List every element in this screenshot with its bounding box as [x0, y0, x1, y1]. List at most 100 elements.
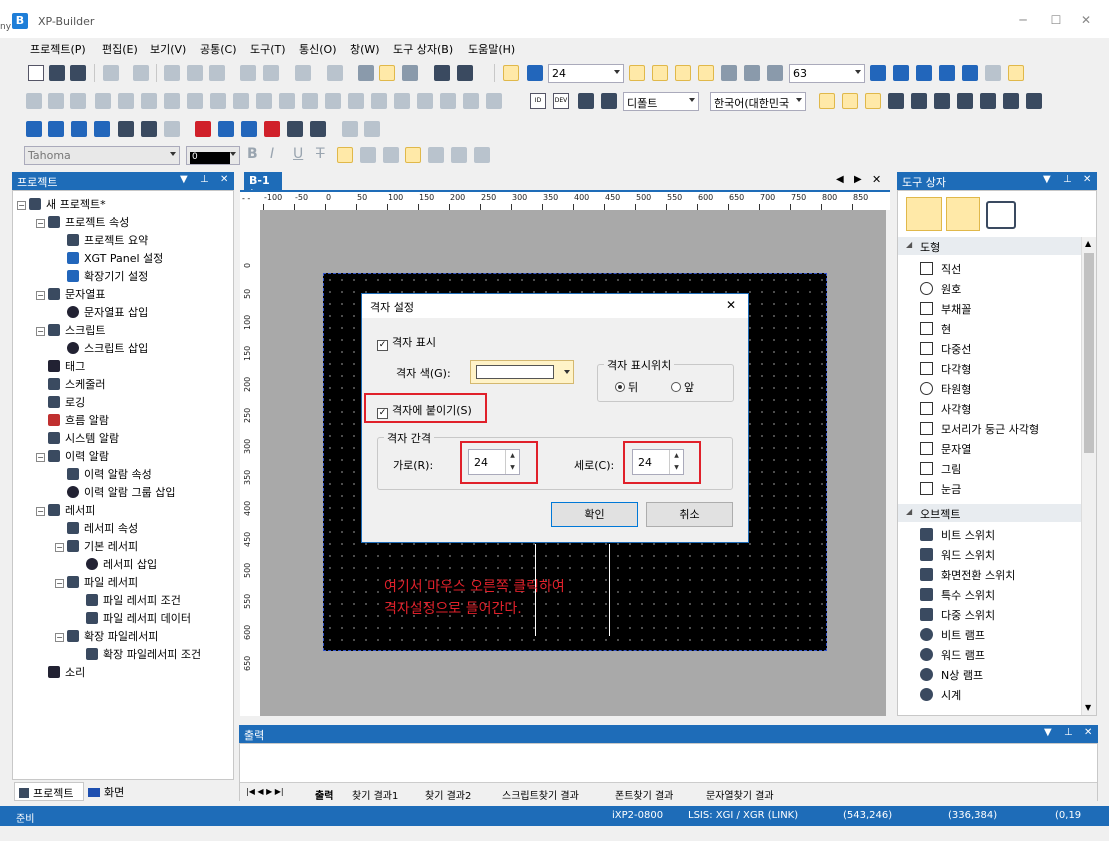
open-icon[interactable] — [49, 65, 65, 81]
comm4-icon[interactable] — [94, 121, 110, 137]
tree-item[interactable]: − 프로젝트 속성 — [36, 214, 129, 230]
prop7-icon[interactable] — [1026, 93, 1042, 109]
toolbox-pin-icon[interactable]: ⊥ — [1063, 174, 1072, 185]
collapse-icon[interactable]: − — [55, 543, 64, 552]
align7-icon[interactable] — [164, 93, 180, 109]
select-tool-icon[interactable] — [906, 197, 942, 231]
hand-icon[interactable] — [721, 65, 737, 81]
menu-toolbox[interactable]: 도구 상자(B) — [393, 41, 453, 57]
tree-item[interactable]: 태그 — [36, 358, 85, 374]
check-icon[interactable] — [141, 121, 157, 137]
toolbox-shape-item[interactable]: 눈금 — [920, 481, 961, 497]
comm1-icon[interactable] — [26, 121, 42, 137]
collapse-icon[interactable]: − — [36, 291, 45, 300]
toolbox-shape-item[interactable]: 원호 — [920, 281, 961, 297]
menu-help[interactable]: 도움말(H) — [468, 41, 515, 57]
tree-item[interactable]: − 새 프로젝트* — [17, 196, 106, 212]
output-close-icon[interactable]: ✕ — [1084, 727, 1092, 738]
tree-item[interactable]: − 레서피 — [36, 502, 95, 518]
collapse-icon[interactable]: − — [17, 201, 26, 210]
output-pin-icon[interactable]: ⊥ — [1064, 727, 1073, 738]
tab-find2[interactable]: 찾기 결과2 — [425, 787, 471, 802]
paste-icon[interactable] — [240, 65, 256, 81]
toolbox-shape-item[interactable]: 그림 — [920, 461, 961, 477]
doc-icon[interactable] — [118, 121, 134, 137]
output-dropdown-icon[interactable]: ▼ — [1044, 727, 1052, 738]
tree-item[interactable]: − 기본 레서피 — [55, 538, 138, 554]
cancel-button[interactable]: 취소 — [646, 502, 733, 527]
tab-screen[interactable]: 화면 — [88, 784, 124, 800]
tree-item[interactable]: 스케줄러 — [36, 376, 105, 392]
toolbox-object-item[interactable]: 비트 램프 — [920, 627, 985, 643]
tree-item[interactable]: 문자열표 삽입 — [55, 304, 148, 320]
tree-item[interactable]: 소리 — [36, 664, 85, 680]
add-tool-icon[interactable] — [986, 201, 1016, 229]
align10-icon[interactable] — [233, 93, 249, 109]
cut-icon[interactable] — [187, 65, 203, 81]
save-icon[interactable] — [70, 65, 86, 81]
tab-project[interactable]: 프로젝트 — [14, 782, 84, 801]
comm2-icon[interactable] — [48, 121, 64, 137]
panel-dropdown-icon[interactable]: ▼ — [180, 174, 188, 185]
font-combo[interactable]: Tahoma — [24, 146, 180, 165]
fit2-icon[interactable] — [893, 65, 909, 81]
align-right-icon[interactable] — [383, 147, 399, 163]
paste-special-icon[interactable] — [263, 65, 279, 81]
toolbox-dropdown-icon[interactable]: ▼ — [1043, 174, 1051, 185]
tree-item[interactable]: − 문자열표 — [36, 286, 105, 302]
language-combo[interactable]: 한국어(대한민국 — [710, 92, 806, 111]
copy-icon[interactable] — [209, 65, 225, 81]
tab-find1[interactable]: 찾기 결과1 — [352, 787, 398, 802]
underline-button[interactable]: U — [293, 146, 303, 162]
tree-item[interactable]: 레서피 속성 — [55, 520, 138, 536]
toolbox-shape-item[interactable]: 문자열 — [920, 441, 971, 457]
menu-project[interactable]: 프로젝트(P) — [30, 41, 86, 57]
zoom-out-icon[interactable] — [767, 65, 783, 81]
align8-icon[interactable] — [187, 93, 203, 109]
tab-scroll-right-icon[interactable]: ▶ — [854, 174, 862, 185]
align16-icon[interactable] — [371, 93, 387, 109]
toolbox-object-item[interactable]: N상 램프 — [920, 667, 983, 683]
position-front-radio[interactable]: 앞 — [671, 379, 694, 395]
toolbox-object-item[interactable]: 화면전환 스위치 — [920, 567, 1015, 583]
menu-comm[interactable]: 통신(O) — [299, 41, 336, 57]
tree-item[interactable]: 레서피 삽입 — [74, 556, 157, 572]
fit4-icon[interactable] — [939, 65, 955, 81]
zoom-in-icon[interactable] — [744, 65, 760, 81]
tree-item[interactable]: − 확장 파일레서피 — [55, 628, 158, 644]
group-icon[interactable] — [295, 65, 311, 81]
grid-size-combo[interactable]: 24 — [548, 64, 624, 83]
toolbox-close-icon[interactable]: ✕ — [1083, 174, 1091, 185]
toolbox-shape-item[interactable]: 사각형 — [920, 401, 971, 417]
collapse-icon[interactable]: − — [36, 219, 45, 228]
monitor-icon[interactable] — [287, 121, 303, 137]
comm3-icon[interactable] — [71, 121, 87, 137]
tree-item[interactable]: 확장기기 설정 — [55, 268, 148, 284]
prop3-icon[interactable] — [934, 93, 950, 109]
horizontal-spacing-stepper[interactable]: 24 ▲ ▼ — [468, 449, 520, 475]
new-icon[interactable] — [28, 65, 44, 81]
a-icon[interactable] — [164, 121, 180, 137]
grid-color-picker[interactable] — [470, 360, 574, 384]
tree-item[interactable]: 파일 레서피 데이터 — [74, 610, 191, 626]
menu-common[interactable]: 공통(C) — [200, 41, 237, 57]
toolbox-object-item[interactable]: 다중 스위치 — [920, 607, 995, 623]
tools-icon[interactable] — [457, 65, 473, 81]
align13-icon[interactable] — [302, 93, 318, 109]
toolbox-shape-item[interactable]: 모서리가 둥근 사각형 — [920, 421, 1039, 437]
minimize-button[interactable]: ─ — [1013, 12, 1033, 28]
collapse-icon[interactable]: − — [36, 453, 45, 462]
redo-icon[interactable] — [133, 65, 149, 81]
close-button[interactable]: ✕ — [1076, 12, 1096, 28]
tree-item[interactable]: − 이력 알람 — [36, 448, 109, 464]
valign-mid-icon[interactable] — [428, 147, 444, 163]
download-icon[interactable] — [241, 121, 257, 137]
tab-scroll-left-icon[interactable]: ◀ — [836, 174, 844, 185]
tab-script-find[interactable]: 스크립트찾기 결과 — [502, 787, 579, 802]
toolbox-shape-item[interactable]: 다중선 — [920, 341, 971, 357]
tree-item[interactable]: 흐름 알람 — [36, 412, 109, 428]
tree-item[interactable]: 프로젝트 요약 — [55, 232, 148, 248]
toolbox-scrollbar[interactable]: ▲ ▼ — [1081, 237, 1096, 715]
menu-window[interactable]: 창(W) — [350, 41, 380, 57]
layout-icon[interactable] — [310, 121, 326, 137]
